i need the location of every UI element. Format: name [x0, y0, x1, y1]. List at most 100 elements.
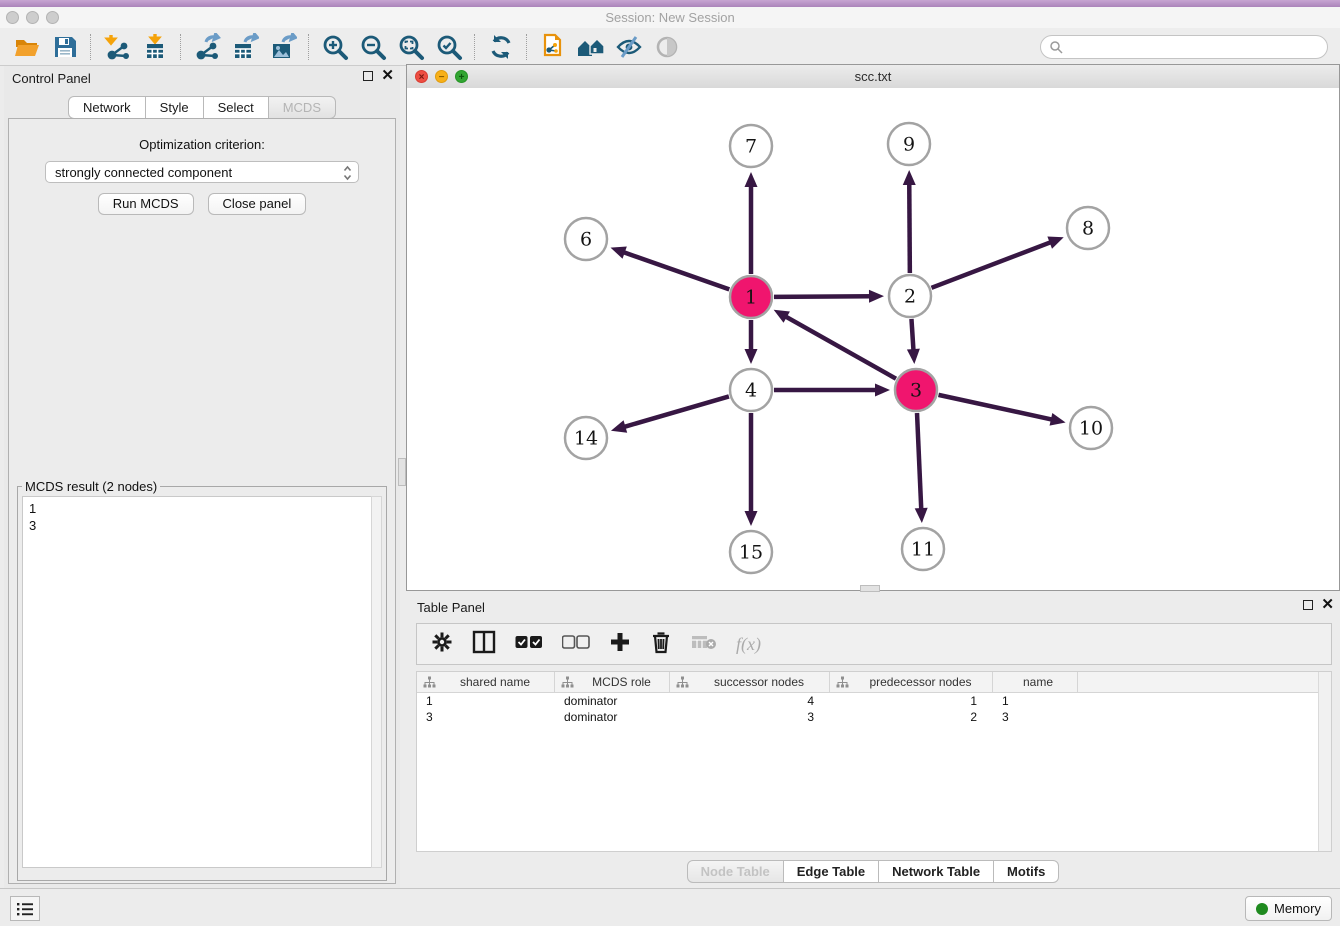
table-scrollbar[interactable]	[1318, 672, 1331, 851]
show-column-panel-icon[interactable]	[472, 630, 496, 659]
export-network-icon[interactable]	[191, 32, 223, 62]
tab-node-table[interactable]: Node Table	[687, 860, 784, 883]
search-input[interactable]	[1063, 37, 1327, 57]
criterion-select-value: strongly connected component	[55, 165, 232, 180]
import-network-icon[interactable]	[101, 32, 133, 62]
graph-node-label-8: 8	[1082, 218, 1094, 240]
float-table-panel-icon[interactable]	[1303, 600, 1313, 610]
node-table-header: shared name MCDS rolesuccessor nodesprede…	[417, 672, 1331, 693]
list-icon	[16, 902, 34, 916]
close-view-button[interactable]: ×	[415, 70, 428, 83]
splitter-handle-vertical[interactable]	[398, 458, 406, 486]
export-image-icon[interactable]	[267, 32, 299, 62]
edge-3-10[interactable]	[938, 395, 1054, 420]
column-header-predecessor-nodes[interactable]: predecessor nodes	[830, 672, 993, 692]
float-panel-icon[interactable]	[363, 71, 373, 81]
run-mcds-button[interactable]: Run MCDS	[98, 193, 194, 215]
refresh-icon[interactable]	[485, 32, 517, 62]
save-icon[interactable]	[49, 32, 81, 62]
tab-edge-table[interactable]: Edge Table	[784, 860, 879, 883]
table-cell: 1	[830, 694, 993, 708]
memory-button[interactable]: Memory	[1245, 896, 1332, 921]
edge-2-3[interactable]	[911, 319, 913, 353]
edge-arrow-1-2	[869, 290, 884, 303]
search-field[interactable]	[1040, 35, 1328, 59]
table-tabs: Node TableEdge TableNetwork TableMotifs	[406, 860, 1340, 883]
network-canvas-svg: 7968124314101511	[407, 88, 1339, 590]
table-cell: 2	[830, 710, 993, 724]
zoom-out-icon[interactable]	[357, 32, 389, 62]
result-scrollbar[interactable]	[371, 496, 382, 868]
task-history-button[interactable]	[10, 896, 40, 921]
minimize-view-button[interactable]: −	[435, 70, 448, 83]
tab-network-table[interactable]: Network Table	[879, 860, 994, 883]
create-column-icon[interactable]	[609, 631, 631, 658]
control-tab-select[interactable]: Select	[204, 96, 269, 119]
control-tab-style[interactable]: Style	[146, 96, 204, 119]
column-header-label: MCDS role	[574, 675, 669, 689]
column-header-name[interactable]: name	[993, 672, 1078, 692]
control-tab-mcds[interactable]: MCDS	[269, 96, 336, 119]
close-table-panel-icon[interactable]: ✕	[1321, 600, 1334, 610]
table-cell: dominator	[555, 694, 670, 708]
control-panel-title: Control Panel	[12, 71, 91, 86]
column-header-MCDS-role[interactable]: MCDS role	[555, 672, 670, 692]
table-settings-icon[interactable]	[431, 631, 453, 658]
zoom-in-icon[interactable]	[319, 32, 351, 62]
close-panel-button[interactable]: Close panel	[208, 193, 307, 215]
column-header-successor-nodes[interactable]: successor nodes	[670, 672, 830, 692]
zoom-selected-icon[interactable]	[433, 32, 465, 62]
control-panel: Control Panel ✕ NetworkStyleSelectMCDS O…	[4, 66, 400, 888]
hide-selected-icon[interactable]	[613, 32, 645, 62]
tab-motifs[interactable]: Motifs	[994, 860, 1059, 883]
table-row[interactable]: 3dominator323	[417, 709, 1331, 725]
delete-column-icon[interactable]	[650, 630, 672, 659]
statusbar: Memory	[0, 888, 1340, 926]
graph-node-label-4: 4	[745, 380, 757, 402]
edge-1-2[interactable]	[774, 296, 873, 297]
zoom-view-button[interactable]: +	[455, 70, 468, 83]
table-cell: 1	[417, 694, 555, 708]
edge-1-6[interactable]	[621, 251, 729, 289]
graph-node-label-10: 10	[1079, 418, 1103, 440]
edge-4-14[interactable]	[622, 396, 729, 427]
network-frame-titlebar[interactable]: scc.txt ×−+	[407, 65, 1339, 89]
edge-3-11[interactable]	[917, 413, 921, 512]
memory-status-icon	[1256, 903, 1268, 915]
toolbar-separator	[180, 34, 182, 60]
close-panel-icon[interactable]: ✕	[381, 71, 394, 81]
column-type-icon	[676, 676, 689, 688]
edge-2-8[interactable]	[931, 241, 1053, 288]
table-panel-title: Table Panel	[417, 600, 485, 615]
graph-node-label-3: 3	[910, 380, 922, 402]
network-from-selection-icon[interactable]	[537, 32, 569, 62]
home-icon[interactable]	[575, 32, 607, 62]
mcds-result-title: MCDS result (2 nodes)	[22, 479, 160, 494]
criterion-select[interactable]: strongly connected component	[45, 161, 359, 183]
node-table[interactable]: shared name MCDS rolesuccessor nodesprede…	[416, 671, 1332, 852]
zoom-fit-icon[interactable]	[395, 32, 427, 62]
edge-arrow-4-3	[875, 384, 890, 397]
graph-node-label-15: 15	[739, 542, 763, 564]
control-tab-network[interactable]: Network	[68, 96, 146, 119]
column-header-shared-name[interactable]: shared name	[417, 672, 555, 692]
mcds-panel: Optimization criterion: strongly connect…	[8, 118, 396, 884]
export-table-icon[interactable]	[229, 32, 261, 62]
import-table-icon[interactable]	[139, 32, 171, 62]
deselect-all-columns-icon[interactable]	[562, 635, 590, 654]
control-panel-header: Control Panel ✕	[4, 66, 400, 92]
mcds-result-list[interactable]: 1 3	[22, 496, 382, 868]
graphics-details-icon[interactable]	[651, 32, 683, 62]
table-row[interactable]: 1dominator411	[417, 693, 1331, 709]
select-stepper-icon	[343, 165, 352, 184]
control-panel-tabs: NetworkStyleSelectMCDS	[4, 96, 400, 119]
select-all-columns-icon[interactable]	[515, 635, 543, 654]
splitter-handle-horizontal[interactable]	[860, 585, 880, 592]
function-builder-icon: f(x)	[736, 634, 761, 655]
edge-arrow-3-10	[1050, 413, 1066, 426]
open-icon[interactable]	[11, 32, 43, 62]
edge-3-1[interactable]	[783, 315, 896, 379]
network-view-frame: scc.txt ×−+ 7968124314101511	[406, 64, 1340, 591]
network-canvas[interactable]: 7968124314101511	[407, 88, 1339, 590]
edge-2-9[interactable]	[909, 181, 910, 273]
